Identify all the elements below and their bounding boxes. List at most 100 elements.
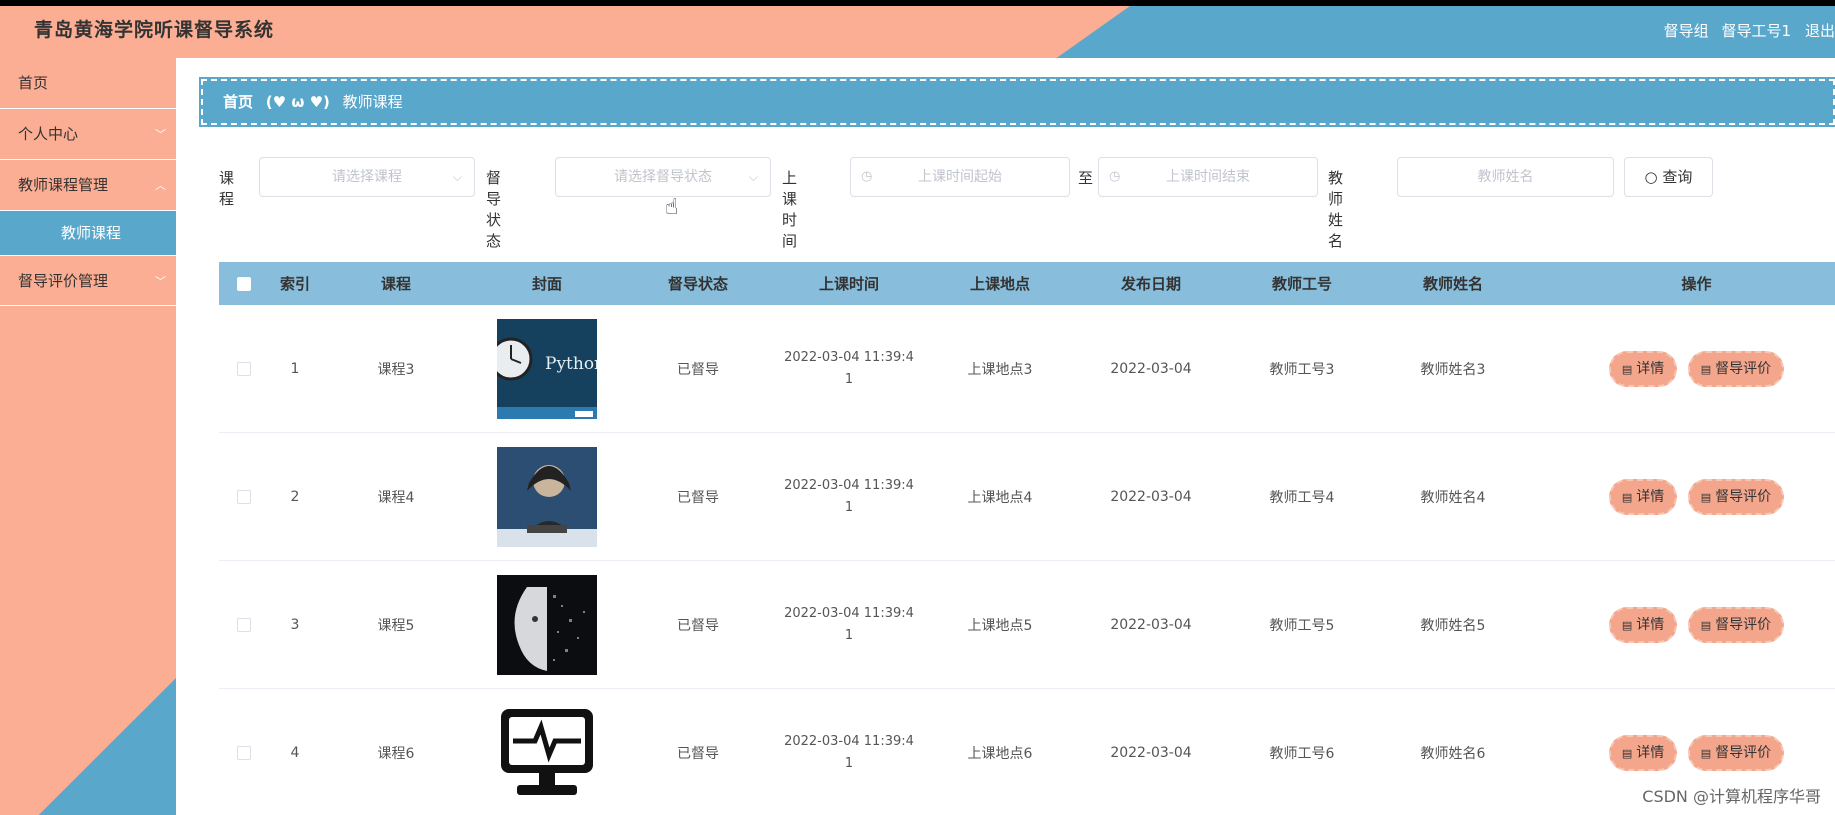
app-title: 青岛黄海学院听课督导系统 [34,19,275,41]
column-header: 封面 [531,275,562,293]
row-time-line2: 1 [844,627,854,643]
evaluate-button[interactable]: ▤ 督导评价 [1687,350,1785,387]
row-index: 2 [290,488,300,505]
row-date: 2022-03-04 [1110,616,1192,633]
sidebar-item-home[interactable]: 首页 [0,58,176,109]
row-time: 2022-03-04 11:39:4 1 [773,347,925,391]
detail-button[interactable]: ▤ 详情 [1608,478,1678,515]
row-time-line2: 1 [844,755,854,771]
row-time-line1: 2022-03-04 11:39:4 [784,477,914,493]
evaluate-button[interactable]: ▤ 督导评价 [1687,478,1785,515]
time-filter-label: 上课时间 [782,169,798,250]
time-end-picker[interactable]: ◷ 上课时间结束 [1098,157,1318,197]
user-name: 督导工号1 [1721,22,1791,40]
detail-button[interactable]: ▤ 详情 [1608,350,1678,387]
sidebar-item-teacher-course[interactable]: 教师课程 [0,211,176,255]
table-header: 索引 课程 封面 督导状态 上课时间 上课地点 发布日期 教师工号 教师姓名 操… [219,262,1835,305]
sidebar-item-label: 教师课程管理 [18,176,109,194]
sidebar-item-label: 首页 [18,74,49,92]
row-course: 课程3 [377,361,415,378]
robot-face-icon [497,574,597,675]
column-header: 操作 [1681,275,1712,293]
status-select[interactable]: 请选择督导状态 ⌵ [555,157,771,197]
python-icon: Python [497,318,597,419]
row-time: 2022-03-04 11:39:4 1 [773,731,925,775]
teacher-name-label: 教师姓名 [1328,169,1344,250]
sidebar-item-label: 个人中心 [18,125,79,143]
row-checkbox[interactable] [237,617,251,632]
row-date: 2022-03-04 [1110,488,1192,505]
column-header: 教师工号 [1271,275,1332,293]
course-select[interactable]: 请选择课程 ⌵ [259,157,475,197]
row-time-line2: 1 [844,371,854,387]
chevron-down-icon: ﹀ [155,275,166,288]
breadcrumb-home[interactable]: 首页 [223,93,253,111]
time-start-picker[interactable]: ◷ 上课时间起始 [850,157,1070,197]
course-select-placeholder: 请选择课程 [332,169,402,185]
teacher-name-placeholder: 教师姓名 [1477,169,1534,185]
row-status: 已督导 [677,745,719,762]
time-end-placeholder: 上课时间结束 [1166,169,1250,185]
row-time-line2: 1 [844,499,854,515]
row-time: 2022-03-04 11:39:4 1 [773,475,925,519]
course-table: 索引 课程 封面 督导状态 上课时间 上课地点 发布日期 教师工号 教师姓名 操… [219,262,1835,815]
row-status: 已督导 [677,489,719,506]
detail-button[interactable]: ▤ 详情 [1608,606,1678,643]
row-time-line1: 2022-03-04 11:39:4 [784,733,914,749]
teacher-name-input[interactable]: 教师姓名 [1397,157,1614,197]
time-range-separator: 至 [1078,169,1094,187]
column-header: 上课地点 [969,275,1030,293]
search-button-label: 查询 [1662,168,1693,186]
search-icon: ○ [1644,168,1658,186]
chevron-down-icon: ﹀ [155,128,166,141]
row-teacher-no: 教师工号3 [1269,361,1335,378]
sidebar-item-label: 教师课程 [61,224,122,242]
evaluate-button[interactable]: ▤ 督导评价 [1687,606,1785,643]
sidebar-corner-decoration [38,678,176,815]
time-start-placeholder: 上课时间起始 [918,169,1002,185]
row-checkbox[interactable] [237,745,251,760]
column-header: 索引 [279,275,310,293]
top-header: 青岛黄海学院听课督导系统 督导组 督导工号1 退出 [0,0,1835,58]
column-header: 发布日期 [1120,275,1181,293]
svg-text:Python: Python [545,354,597,374]
row-teacher-name: 教师姓名3 [1420,361,1486,378]
chevron-up-icon: ︿ [155,179,166,192]
row-index: 1 [290,360,300,377]
sidebar-item-personal-center[interactable]: 个人中心 ﹀ [0,109,176,160]
row-course: 课程5 [377,617,415,634]
select-all-checkbox[interactable] [237,277,251,291]
column-header: 课程 [380,275,411,293]
row-index: 3 [290,616,300,633]
breadcrumb: 首页 (♥ ω ♥) 教师课程 [199,77,1835,127]
monitor-icon [497,702,597,803]
document-icon: ▤ [1621,746,1633,760]
row-status: 已督导 [677,361,719,378]
user-role: 督导组 [1663,22,1709,40]
row-status: 已督导 [677,617,719,634]
sidebar-item-label: 督导评价管理 [18,272,109,290]
evaluate-button[interactable]: ▤ 督导评价 [1687,734,1785,771]
status-select-placeholder: 请选择督导状态 [614,169,712,185]
breadcrumb-current: 教师课程 [342,93,403,111]
hand-cursor-icon: ☝ [665,195,679,220]
sidebar-item-teacher-course-management[interactable]: 教师课程管理 ︿ [0,160,176,211]
sidebar-item-evaluation-management[interactable]: 督导评价管理 ﹀ [0,255,176,306]
clock-icon: ◷ [1109,169,1121,184]
table-row: 1 课程3 Python 已督导 2022-03-04 11:39:4 1 上课… [219,305,1835,433]
row-place: 上课地点5 [967,617,1033,634]
detail-button[interactable]: ▤ 详情 [1608,734,1678,771]
row-checkbox[interactable] [237,489,251,504]
row-teacher-no: 教师工号6 [1269,745,1335,762]
chevron-down-icon: ⌵ [452,170,462,184]
row-time-line1: 2022-03-04 11:39:4 [784,605,914,621]
row-date: 2022-03-04 [1110,744,1192,761]
table-row: 4 课程6 已督导 2022-03-04 11:39:4 1 上课地点6 202… [219,689,1835,815]
search-button[interactable]: ○ 查询 [1624,157,1713,197]
row-checkbox[interactable] [237,361,251,376]
table-row: 3 课程5 已督导 2022-03-04 11:39:4 1 上课地点5 202… [219,561,1835,689]
row-teacher-no: 教师工号4 [1269,489,1335,506]
row-teacher-name: 教师姓名5 [1420,617,1486,634]
row-date: 2022-03-04 [1110,360,1192,377]
logout-link[interactable]: 退出 [1805,20,1835,41]
